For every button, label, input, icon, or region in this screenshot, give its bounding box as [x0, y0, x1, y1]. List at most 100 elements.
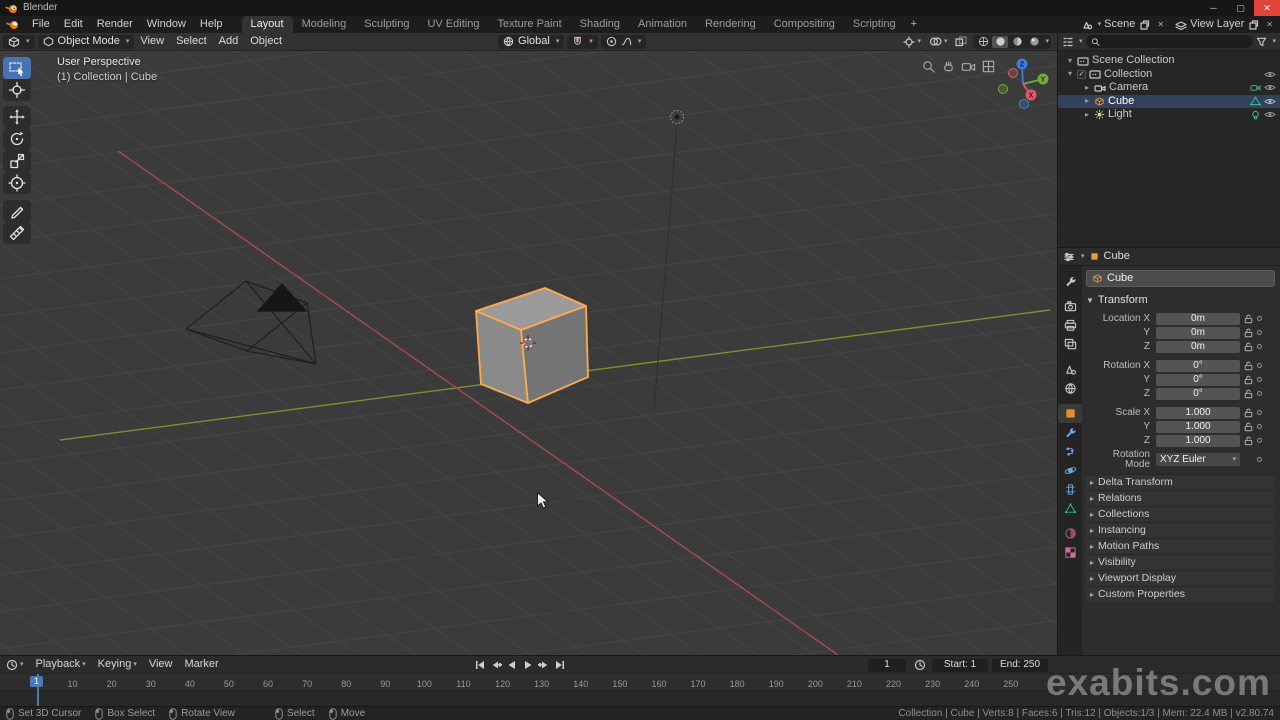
object-name-field[interactable]: Cube	[1086, 270, 1275, 287]
transform-value-field[interactable]: 1.000	[1156, 407, 1240, 419]
transform-orientation-dropdown[interactable]: Global ▾	[498, 35, 564, 49]
outliner-row-cube[interactable]: ▸ Cube	[1058, 95, 1280, 109]
zoom-icon[interactable]	[920, 58, 936, 74]
tab-modifiers-icon[interactable]	[1058, 423, 1082, 442]
animate-dot-icon[interactable]	[1257, 424, 1262, 429]
rotation-mode-dropdown[interactable]: XYZ Euler ▾	[1156, 453, 1240, 466]
tool-move[interactable]	[3, 106, 31, 128]
play-reverse-button[interactable]	[504, 658, 519, 672]
current-frame-field[interactable]: 1	[868, 659, 906, 672]
maximize-button[interactable]: ▢	[1227, 0, 1254, 16]
shading-solid-button[interactable]	[992, 36, 1008, 48]
tab-compositing[interactable]: Compositing	[765, 16, 844, 33]
view-layer-selector[interactable]: View Layer	[1190, 19, 1244, 30]
tab-sculpting[interactable]: Sculpting	[355, 16, 418, 33]
remove-view-layer-icon[interactable]: ✕	[1264, 21, 1275, 29]
lock-icon[interactable]	[1244, 408, 1253, 418]
animate-dot-icon[interactable]	[1257, 316, 1262, 321]
properties-panel-header[interactable]: ▸ Visibility	[1086, 554, 1275, 570]
tab-modeling[interactable]: Modeling	[293, 16, 356, 33]
timeline-editor-icon[interactable]: ▾	[0, 659, 30, 671]
tab-view-layer-icon[interactable]	[1058, 335, 1082, 354]
jump-to-start-button[interactable]	[472, 658, 487, 672]
tab-scene-icon[interactable]	[1058, 360, 1082, 379]
camera-view-icon[interactable]	[960, 58, 976, 74]
disclosure-caret-icon[interactable]: ▸	[1083, 84, 1091, 92]
new-scene-icon[interactable]	[1138, 20, 1152, 30]
viewport-menu-object[interactable]: Object	[244, 36, 288, 47]
tool-select-box[interactable]	[3, 57, 31, 79]
animate-dot-icon[interactable]	[1257, 377, 1262, 382]
pan-hand-icon[interactable]	[940, 58, 956, 74]
transform-value-field[interactable]: 0m	[1156, 313, 1240, 325]
gizmo-z-neg[interactable]	[1020, 100, 1029, 109]
timeline-menu-view[interactable]: View	[143, 659, 179, 670]
transform-value-field[interactable]: 0m	[1156, 327, 1240, 339]
eye-icon[interactable]	[1264, 97, 1276, 106]
tab-rendering[interactable]: Rendering	[696, 16, 765, 33]
outliner-search-input[interactable]	[1103, 36, 1249, 47]
menu-edit[interactable]: Edit	[57, 16, 90, 33]
tool-transform[interactable]	[3, 172, 31, 194]
filter-funnel-icon[interactable]	[1256, 36, 1267, 47]
new-view-layer-icon[interactable]	[1247, 20, 1261, 30]
transform-value-field[interactable]: 0°	[1156, 388, 1240, 400]
transform-value-field[interactable]: 1.000	[1156, 421, 1240, 433]
tab-material-icon[interactable]	[1058, 524, 1082, 543]
scene-selector[interactable]: Scene	[1104, 19, 1135, 30]
disclosure-caret-icon[interactable]: ▸	[1083, 111, 1091, 119]
shading-caret-icon[interactable]: ▾	[1045, 38, 1049, 45]
xray-toggle[interactable]	[953, 36, 969, 47]
add-workspace-button[interactable]: +	[905, 16, 923, 33]
timeline-menu-marker[interactable]: Marker	[178, 659, 224, 670]
tab-tool-icon[interactable]	[1058, 272, 1082, 291]
collection-checkbox[interactable]: ✓	[1077, 70, 1086, 79]
eye-icon[interactable]	[1264, 83, 1276, 92]
properties-panel-header[interactable]: ▸ Collections	[1086, 506, 1275, 522]
minimize-button[interactable]: ─	[1200, 0, 1227, 16]
lock-icon[interactable]	[1244, 314, 1253, 324]
camera-object[interactable]	[186, 281, 316, 364]
tool-cursor[interactable]	[3, 79, 31, 101]
unlink-scene-icon[interactable]: ✕	[1155, 21, 1166, 29]
scene-dropdown-caret-icon[interactable]: ▾	[1098, 21, 1102, 28]
outliner-editor-icon[interactable]	[1062, 36, 1074, 48]
outliner-row-collection[interactable]: ▾ ✓ Collection	[1058, 68, 1280, 82]
lock-icon[interactable]	[1244, 375, 1253, 385]
properties-panel-header[interactable]: ▸ Instancing	[1086, 522, 1275, 538]
tab-object-icon[interactable]	[1058, 404, 1082, 423]
light-object[interactable]	[671, 111, 684, 124]
transform-value-field[interactable]: 1.000	[1156, 435, 1240, 447]
outliner-item-label[interactable]: Light	[1108, 109, 1132, 120]
outliner-search[interactable]	[1086, 35, 1254, 48]
editor-type-button[interactable]: ▾	[3, 35, 35, 49]
properties-editor-icon[interactable]	[1063, 251, 1075, 263]
transform-value-field[interactable]: 0m	[1156, 341, 1240, 353]
tool-rotate[interactable]	[3, 128, 31, 150]
outliner-item-label[interactable]: Collection	[1104, 69, 1152, 80]
snap-toggle[interactable]: ▾	[567, 35, 598, 49]
outliner-item-label[interactable]: Scene Collection	[1092, 55, 1175, 66]
properties-editor-caret-icon[interactable]: ▾	[1081, 253, 1085, 260]
mode-dropdown[interactable]: Object Mode ▾	[38, 35, 135, 49]
animate-dot-icon[interactable]	[1257, 438, 1262, 443]
eye-icon[interactable]	[1264, 110, 1276, 119]
outliner-editor-caret-icon[interactable]: ▾	[1079, 38, 1083, 45]
animate-dot-icon[interactable]	[1257, 457, 1262, 462]
tool-scale[interactable]	[3, 150, 31, 172]
tab-uv-editing[interactable]: UV Editing	[418, 16, 488, 33]
animate-dot-icon[interactable]	[1257, 330, 1262, 335]
lock-icon[interactable]	[1244, 422, 1253, 432]
tab-constraints-icon[interactable]	[1058, 480, 1082, 499]
outliner-row-light[interactable]: ▸ Light	[1058, 108, 1280, 122]
gizmo-x-neg[interactable]	[1009, 69, 1018, 78]
transform-value-field[interactable]: 0°	[1156, 374, 1240, 386]
playhead-label[interactable]: 1	[30, 676, 43, 687]
proportional-editing-toggle[interactable]: ▾	[601, 35, 647, 49]
timeline-menu-keying[interactable]: Keying▾	[92, 659, 143, 670]
tab-particles-icon[interactable]	[1058, 442, 1082, 461]
disclosure-caret-icon[interactable]: ▾	[1066, 70, 1074, 78]
eye-icon[interactable]	[1264, 70, 1276, 79]
next-keyframe-button[interactable]	[536, 658, 551, 672]
outliner-filter-caret-icon[interactable]: ▾	[1272, 38, 1276, 45]
